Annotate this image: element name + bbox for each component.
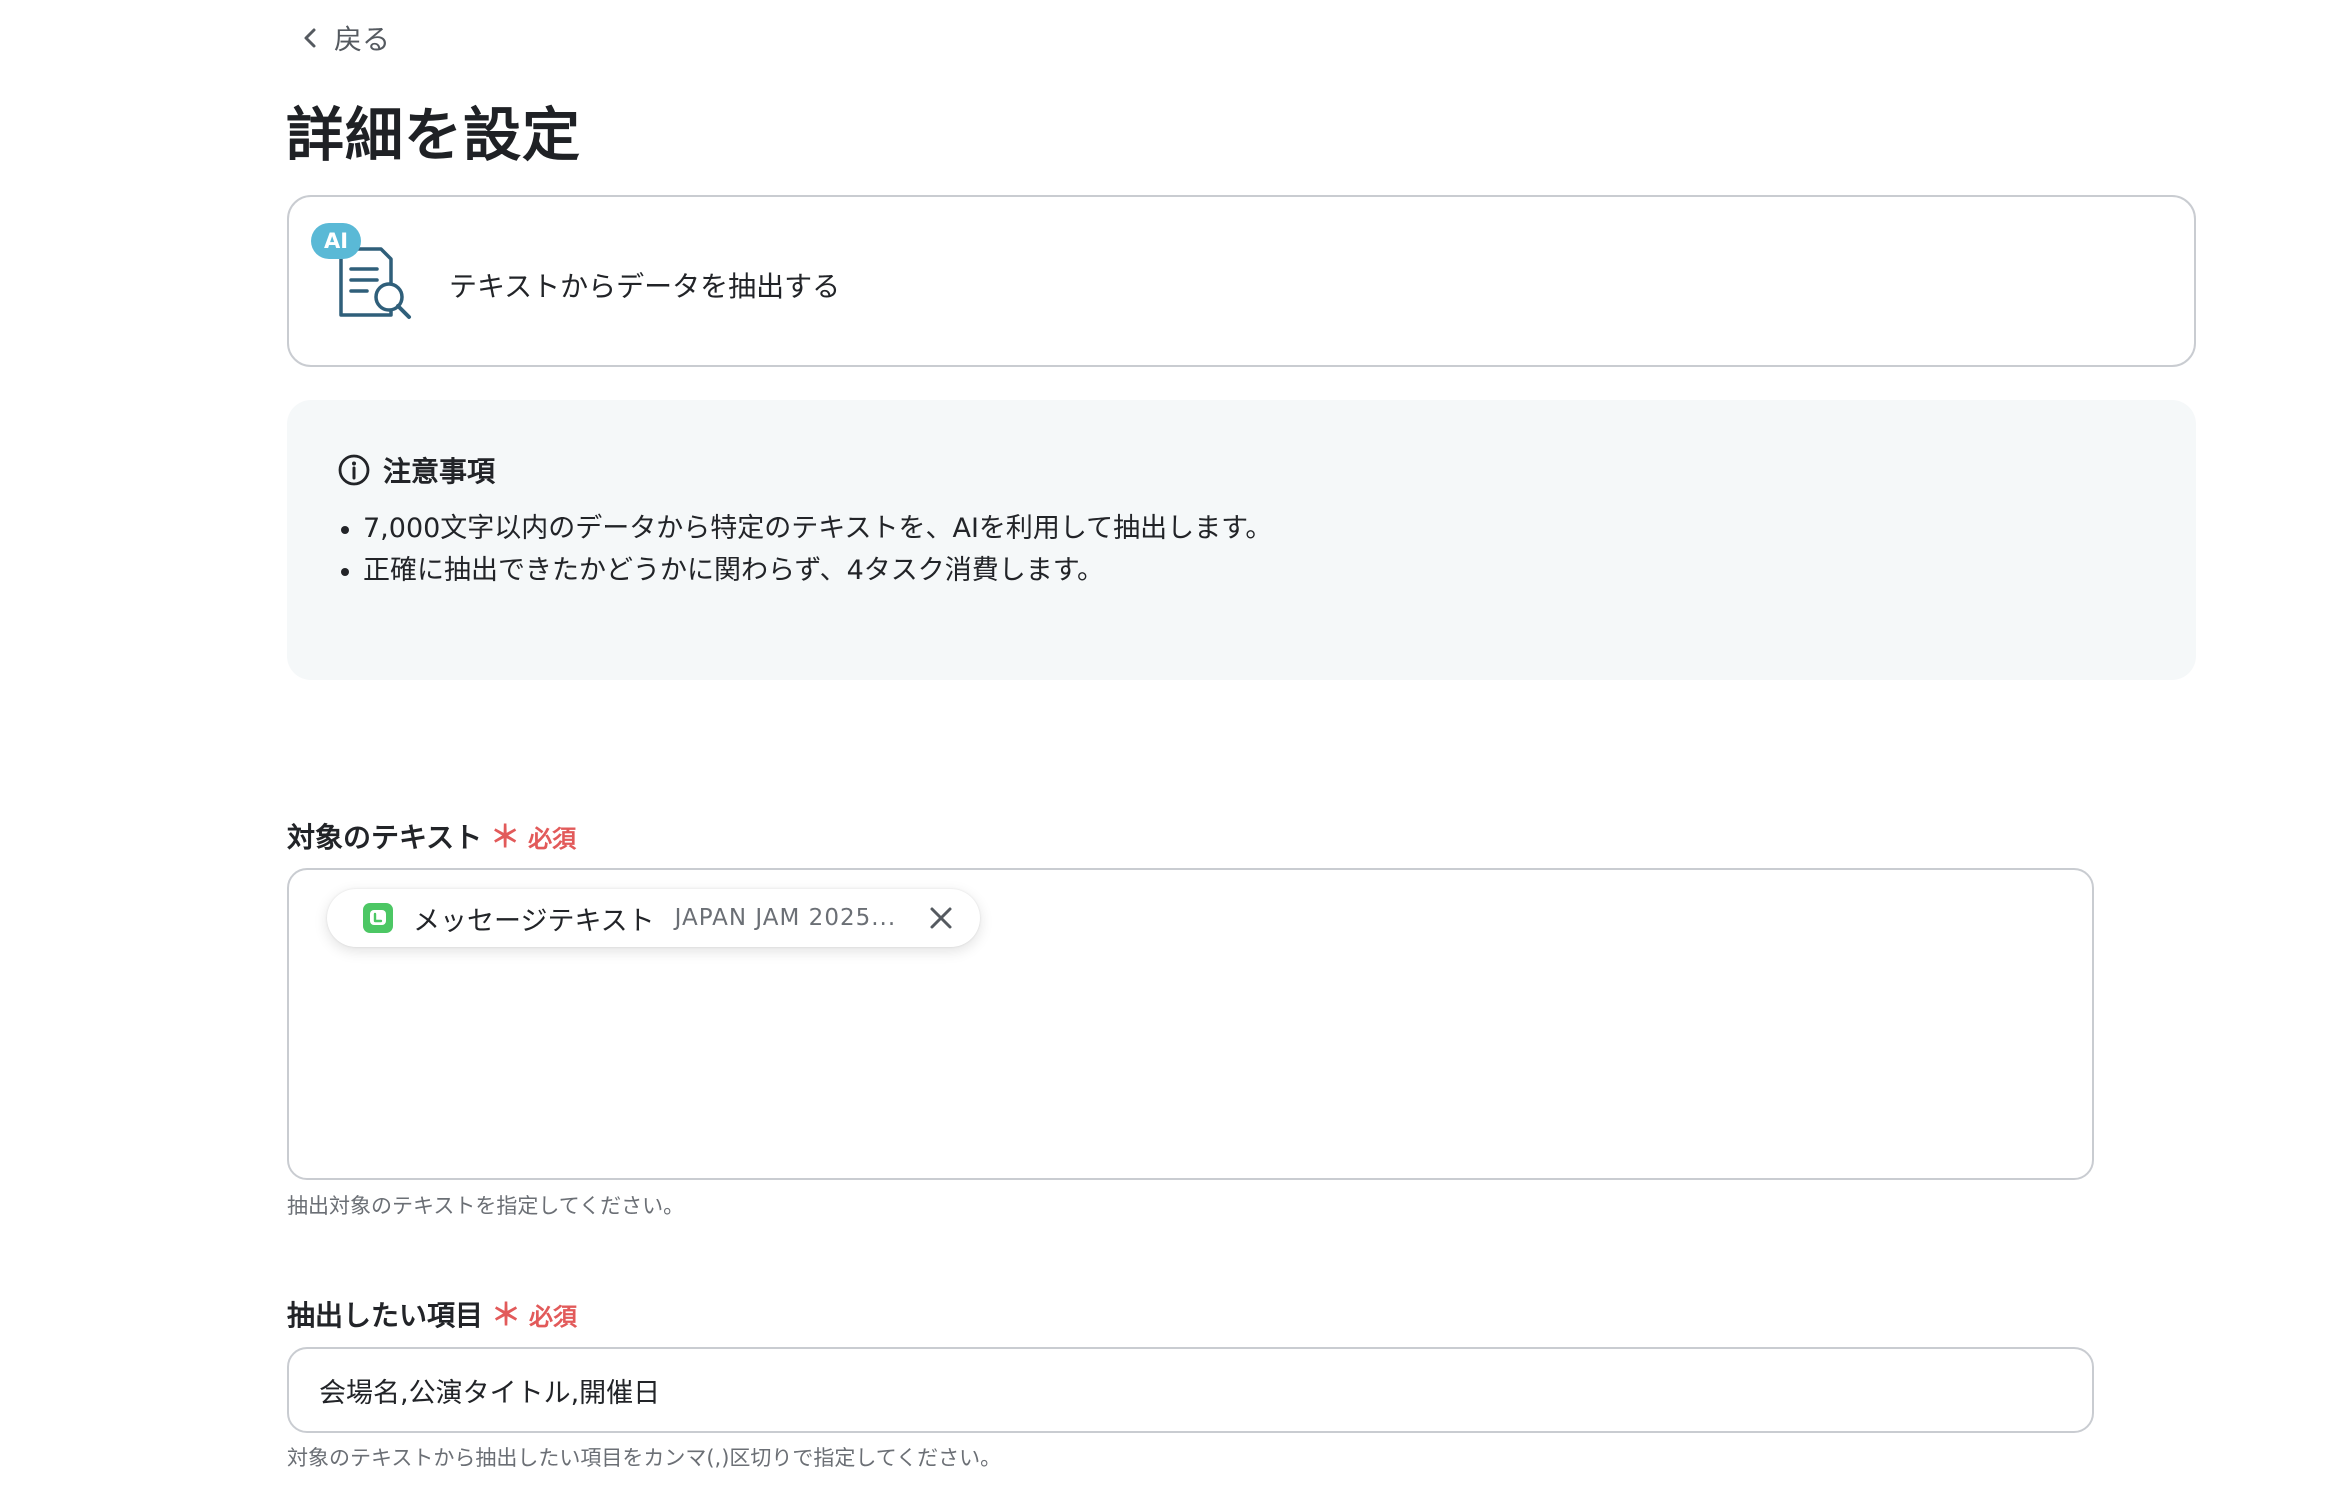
notice-item: 7,000文字以内のデータから特定のテキストを、AIを利用して抽出します。 [337, 508, 1272, 550]
target-text-help: 抽出対象のテキストを指定してください。 [287, 1194, 685, 1218]
ai-badge: AI [311, 223, 361, 259]
target-text-label: 対象のテキスト ＊ 必須 [287, 812, 576, 856]
target-text-field[interactable]: メッセージテキスト JAPAN JAM 2025... [287, 868, 2094, 1180]
back-label: 戻る [334, 23, 391, 56]
extract-items-label: 抽出したい項目 ＊ 必須 [287, 1290, 577, 1334]
chip-name: メッセージテキスト [413, 905, 655, 937]
line-app-icon [363, 903, 393, 933]
action-card[interactable]: AI テキストからデータを抽出する [287, 195, 2196, 367]
target-text-label-text: 対象のテキスト [287, 821, 483, 854]
chevron-left-icon [304, 28, 316, 48]
notice-heading: 注意事項 [337, 450, 495, 490]
extract-items-input[interactable] [287, 1347, 2094, 1433]
required-label: 必須 [528, 825, 577, 853]
info-circle-icon [338, 454, 370, 486]
notice-heading-text: 注意事項 [383, 455, 496, 488]
variable-chip[interactable]: メッセージテキスト JAPAN JAM 2025... [327, 889, 981, 947]
ai-document-search-icon: AI [311, 223, 421, 323]
notice-item: 正確に抽出できたかどうかに関わらず、4タスク消費します。 [337, 550, 1272, 592]
page: 戻る 詳細を設定 AI テキストからデータを抽出する 注意事項 7,000文字以… [0, 0, 2342, 1502]
required-asterisk: ＊ [491, 1298, 522, 1333]
close-icon[interactable] [926, 903, 956, 933]
action-label: テキストからデータを抽出する [449, 270, 841, 303]
extract-items-help: 対象のテキストから抽出したい項目をカンマ(,)区切りで指定してください。 [287, 1446, 1002, 1470]
notice-list: 7,000文字以内のデータから特定のテキストを、AIを利用して抽出します。 正確… [337, 508, 1272, 592]
chip-value: JAPAN JAM 2025... [674, 905, 897, 931]
back-link[interactable]: 戻る [300, 18, 390, 58]
page-title: 詳細を設定 [286, 101, 582, 169]
notice-box: 注意事項 7,000文字以内のデータから特定のテキストを、AIを利用して抽出しま… [287, 400, 2196, 680]
extract-items-label-text: 抽出したい項目 [287, 1299, 484, 1332]
required-label: 必須 [529, 1303, 578, 1331]
required-asterisk: ＊ [490, 820, 521, 855]
